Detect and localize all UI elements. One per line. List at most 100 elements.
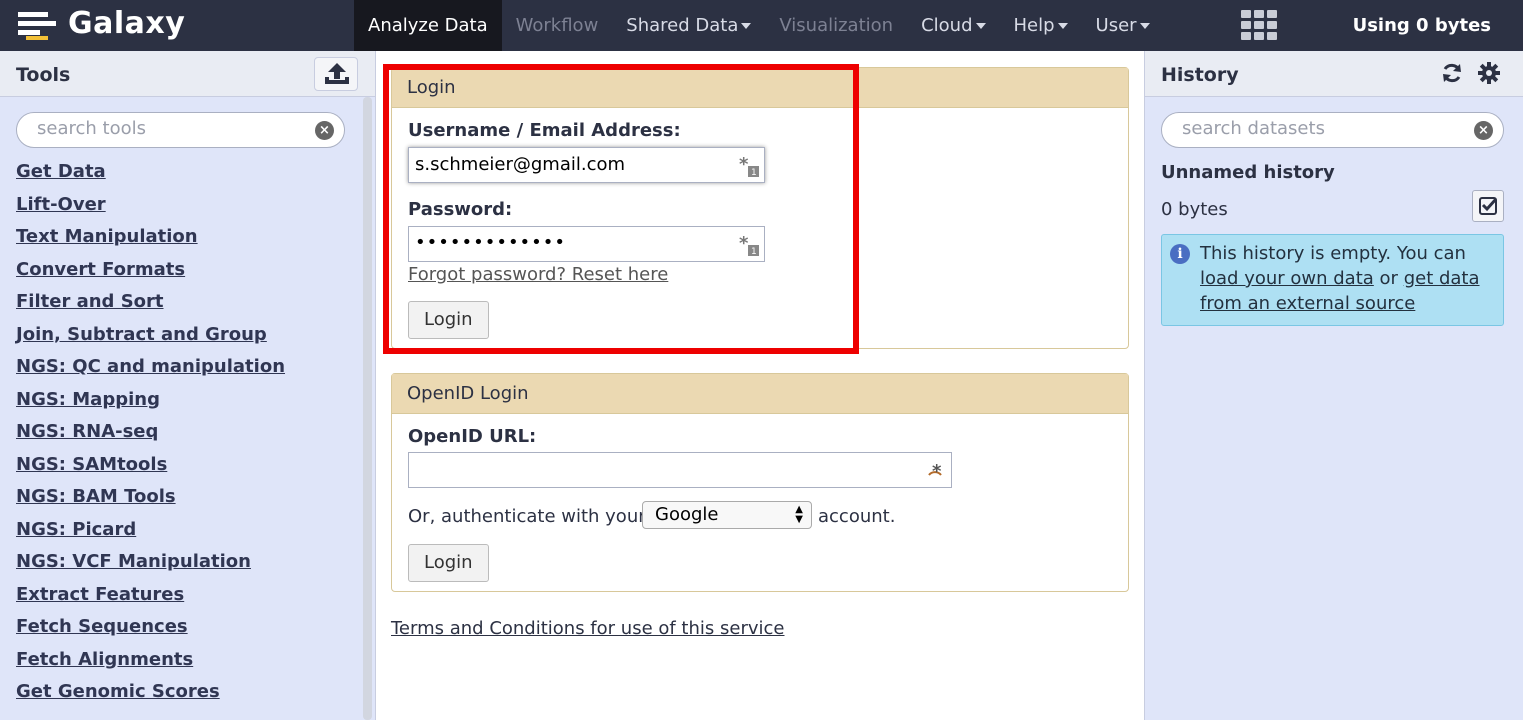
tool-section-link[interactable]: NGS: VCF Manipulation (16, 551, 285, 584)
clear-search-icon[interactable]: × (315, 121, 334, 140)
tool-section-link[interactable]: NGS: SAMtools (16, 454, 285, 487)
openid-icon: * (928, 461, 942, 482)
tools-title: Tools (16, 64, 71, 86)
tool-section-link[interactable]: NGS: Picard (16, 519, 285, 552)
openid-url-field[interactable]: * (408, 452, 952, 488)
tools-panel: Tools × Get DataLift-OverText Manipulati… (0, 51, 376, 720)
password-value: ••••••••••••• (415, 232, 567, 253)
history-panel-header: History (1145, 51, 1523, 97)
tool-section-list: Get Data Lift-Over Text Manipulation Conver… (16, 161, 285, 714)
nav-label: Analyze Data (368, 15, 488, 36)
history-name[interactable]: Unnamed history (1161, 162, 1335, 183)
caret-down-icon (1057, 23, 1068, 29)
tool-section-link[interactable]: NGS: Mapping (16, 389, 285, 422)
tool-section-link[interactable]: Extract Features (16, 584, 285, 617)
tools-scrollbar[interactable] (363, 97, 372, 720)
nav-help[interactable]: Help (1000, 0, 1082, 51)
empty-message-prefix: This history is empty. You can (1200, 243, 1466, 264)
tool-section-link[interactable]: Fetch Alignments (16, 649, 285, 682)
dataset-search[interactable]: × (1161, 112, 1504, 148)
login-form: Login Username / Email Address: s.schmei… (391, 67, 1129, 349)
info-icon: i (1170, 244, 1190, 264)
masthead: Galaxy Analyze Data Workflow Shared Data… (0, 0, 1523, 51)
galaxy-logo[interactable]: Galaxy (0, 0, 354, 51)
tool-section-link[interactable]: Get Genomic Scores (16, 681, 285, 714)
nav-label: User (1095, 15, 1137, 36)
login-form-title: Login (392, 68, 1128, 108)
tool-section-link[interactable]: Text Manipulation (16, 226, 285, 259)
select-arrows-icon: ▲ ▼ (795, 504, 803, 525)
quota-usage: Using 0 bytes (1352, 15, 1491, 36)
caret-down-icon (1139, 23, 1150, 29)
history-size: 0 bytes (1161, 199, 1228, 220)
galaxy-logo-icon (18, 12, 56, 44)
gear-icon[interactable] (1477, 61, 1501, 85)
nav-visualization[interactable]: Visualization (765, 0, 907, 51)
svg-text:1: 1 (751, 168, 757, 178)
terms-link-text: Terms and Conditions for use of this ser… (391, 618, 785, 639)
tool-section-link[interactable]: Convert Formats (16, 259, 285, 292)
nav-workflow[interactable]: Workflow (502, 0, 613, 51)
tool-section-link[interactable]: Get Data (16, 161, 285, 194)
tool-search-input[interactable] (37, 118, 317, 139)
forgot-password-link[interactable]: Forgot password? Reset here (408, 264, 668, 285)
username-label: Username / Email Address: (408, 120, 681, 141)
empty-message-or: or (1379, 268, 1398, 289)
openid-url-label: OpenID URL: (408, 426, 537, 447)
empty-history-message: i This history is empty. You can load yo… (1161, 234, 1504, 326)
terms-link[interactable]: Terms and Conditions for use of this ser… (391, 618, 784, 639)
svg-text:1: 1 (751, 247, 757, 257)
openid-provider-select[interactable]: Google ▲ ▼ (642, 501, 812, 529)
refresh-icon[interactable] (1440, 61, 1464, 85)
password-field[interactable]: ••••••••••••• * 1 (408, 226, 765, 262)
main-nav: Analyze Data Workflow Shared Data Visual… (354, 0, 1164, 51)
brand-name: Galaxy (68, 6, 186, 41)
upload-icon (325, 63, 349, 84)
svg-text:*: * (739, 154, 749, 175)
caret-down-icon (975, 23, 986, 29)
tool-section-link[interactable]: NGS: RNA-seq (16, 421, 285, 454)
tool-section-link[interactable]: NGS: QC and manipulation (16, 356, 285, 389)
openid-provider-value: Google (655, 504, 719, 525)
svg-text:*: * (739, 233, 749, 254)
password-label: Password: (408, 199, 513, 220)
tool-section-link[interactable]: Lift-Over (16, 194, 285, 227)
nav-label: Cloud (921, 15, 973, 36)
tool-section-link[interactable]: NGS: BAM Tools (16, 486, 285, 519)
dataset-search-input[interactable] (1182, 118, 1472, 139)
nav-cloud[interactable]: Cloud (907, 0, 999, 51)
username-field[interactable]: s.schmeier@gmail.com * 1 (408, 147, 765, 183)
tool-section-link[interactable]: Filter and Sort (16, 291, 285, 324)
openid-form-title: OpenID Login (392, 374, 1128, 414)
select-items-button[interactable] (1472, 190, 1504, 222)
app-grid-icon[interactable] (1241, 10, 1277, 40)
tool-search[interactable]: × (16, 112, 345, 148)
history-panel: History × Unnamed history 0 bytes (1144, 51, 1523, 720)
upload-button[interactable] (314, 57, 358, 91)
center-panel: Login Username / Email Address: s.schmei… (376, 51, 1144, 720)
tool-section-link[interactable]: Join, Subtract and Group (16, 324, 285, 357)
openid-provider-row: Or, authenticate with your (408, 506, 646, 527)
nav-label: Shared Data (626, 15, 739, 36)
load-own-data-link[interactable]: load your own data (1200, 268, 1374, 289)
caret-down-icon (741, 23, 752, 29)
tools-panel-header: Tools (0, 51, 375, 97)
auth-suffix: account. (818, 506, 896, 527)
nav-shared-data[interactable]: Shared Data (612, 0, 765, 51)
nav-user[interactable]: User (1082, 0, 1164, 51)
password-manager-icon[interactable]: * 1 (738, 154, 760, 178)
check-square-icon (1479, 197, 1498, 215)
auth-prefix: Or, authenticate with your (408, 506, 646, 527)
login-button[interactable]: Login (408, 301, 489, 339)
openid-form: OpenID Login OpenID URL: * Or, authentic… (391, 373, 1129, 592)
clear-search-icon[interactable]: × (1474, 121, 1493, 140)
username-value: s.schmeier@gmail.com (415, 154, 626, 175)
nav-label: Visualization (779, 15, 894, 36)
password-manager-icon[interactable]: * 1 (738, 233, 760, 257)
empty-history-text: This history is empty. You can load your… (1200, 241, 1500, 316)
openid-login-button[interactable]: Login (408, 544, 489, 582)
nav-analyze-data[interactable]: Analyze Data (354, 0, 502, 51)
tool-section-link[interactable]: Fetch Sequences (16, 616, 285, 649)
forgot-password-text: Forgot password? Reset here (408, 264, 669, 285)
history-title: History (1161, 64, 1239, 86)
